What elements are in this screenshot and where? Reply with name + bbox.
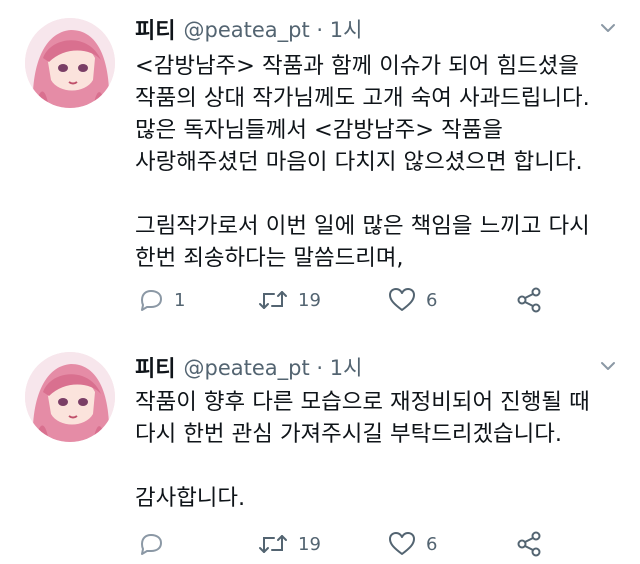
tweet-text-line: <감방남주> 작품과 함께 이슈가 되어 힘드셨을 [135,53,579,79]
tweet-text-line: 작품의 상대 작가님께도 고개 숙여 사과드립니다. [135,85,590,111]
tweet-text-line [135,450,630,482]
tweet-actions: 19 6 [0,526,640,562]
display-name[interactable]: 피티 [135,351,175,383]
caret-down-icon [601,24,615,32]
like-count: 6 [426,289,438,311]
tweet-text: <감방남주> 작품과 함께 이슈가 되어 힘드셨을 작품의 상대 작가님께도 고… [135,50,630,274]
like-count: 6 [426,533,438,555]
tweet-text-line: 그림작가로서 이번 일에 많은 책임을 느끼고 다시 [135,213,590,239]
reply-button[interactable] [138,526,174,562]
reply-button[interactable]: 1 [138,282,185,318]
share-icon [517,287,541,313]
tweet-text-line: 사랑해주셨던 마음이 다치지 않으셨으면 합니다. [135,149,583,175]
retweet-count: 19 [298,289,321,311]
tweet[interactable]: 피티 @peatea_pt · 1시 작품이 향후 다른 모습으로 재정비되어 … [0,334,640,564]
tweet[interactable]: 피티 @peatea_pt · 1시 <감방남주> 작품과 함께 이슈가 되어 … [0,0,640,334]
more-options-button[interactable] [596,16,620,40]
tweet-actions: 1 19 6 [0,282,640,318]
like-button[interactable]: 6 [388,282,437,318]
tweet-text-line: 감사합니다. [135,485,246,511]
display-name[interactable]: 피티 [135,13,175,45]
reply-count: 1 [174,289,186,311]
like-icon [389,288,415,311]
retweet-button[interactable]: 19 [258,526,321,562]
tweet-text-line: 많은 독자님들께서 <감방남주> 작품을 [135,117,503,143]
retweet-icon [259,535,287,553]
share-button[interactable] [516,282,544,318]
handle-and-time[interactable]: @peatea_pt · 1시 [183,14,362,44]
tweet-text: 작품이 향후 다른 모습으로 재정비되어 진행될 때 다시 한번 관심 가져주시… [135,386,630,514]
tweet-text-line: 다시 한번 관심 가져주시길 부탁드리겠습니다. [135,421,562,447]
tweet-header: 피티 @peatea_pt · 1시 [135,14,362,44]
share-button[interactable] [516,526,544,562]
retweet-icon [259,291,287,309]
avatar[interactable] [25,18,115,108]
reply-icon [141,290,162,311]
retweet-count: 19 [298,533,321,555]
tweet-text-line [135,178,630,210]
reply-icon [141,534,162,555]
handle-and-time[interactable]: @peatea_pt · 1시 [183,352,362,382]
more-options-button[interactable] [596,354,620,378]
tweet-text-line: 작품이 향후 다른 모습으로 재정비되어 진행될 때 [135,389,590,415]
avatar[interactable] [25,352,115,442]
like-icon [389,532,415,555]
tweet-text-line: 한번 죄송하다는 말씀드리며, [135,245,404,271]
retweet-button[interactable]: 19 [258,282,321,318]
tweet-header: 피티 @peatea_pt · 1시 [135,352,362,382]
like-button[interactable]: 6 [388,526,437,562]
share-icon [517,531,541,557]
caret-down-icon [601,362,615,370]
